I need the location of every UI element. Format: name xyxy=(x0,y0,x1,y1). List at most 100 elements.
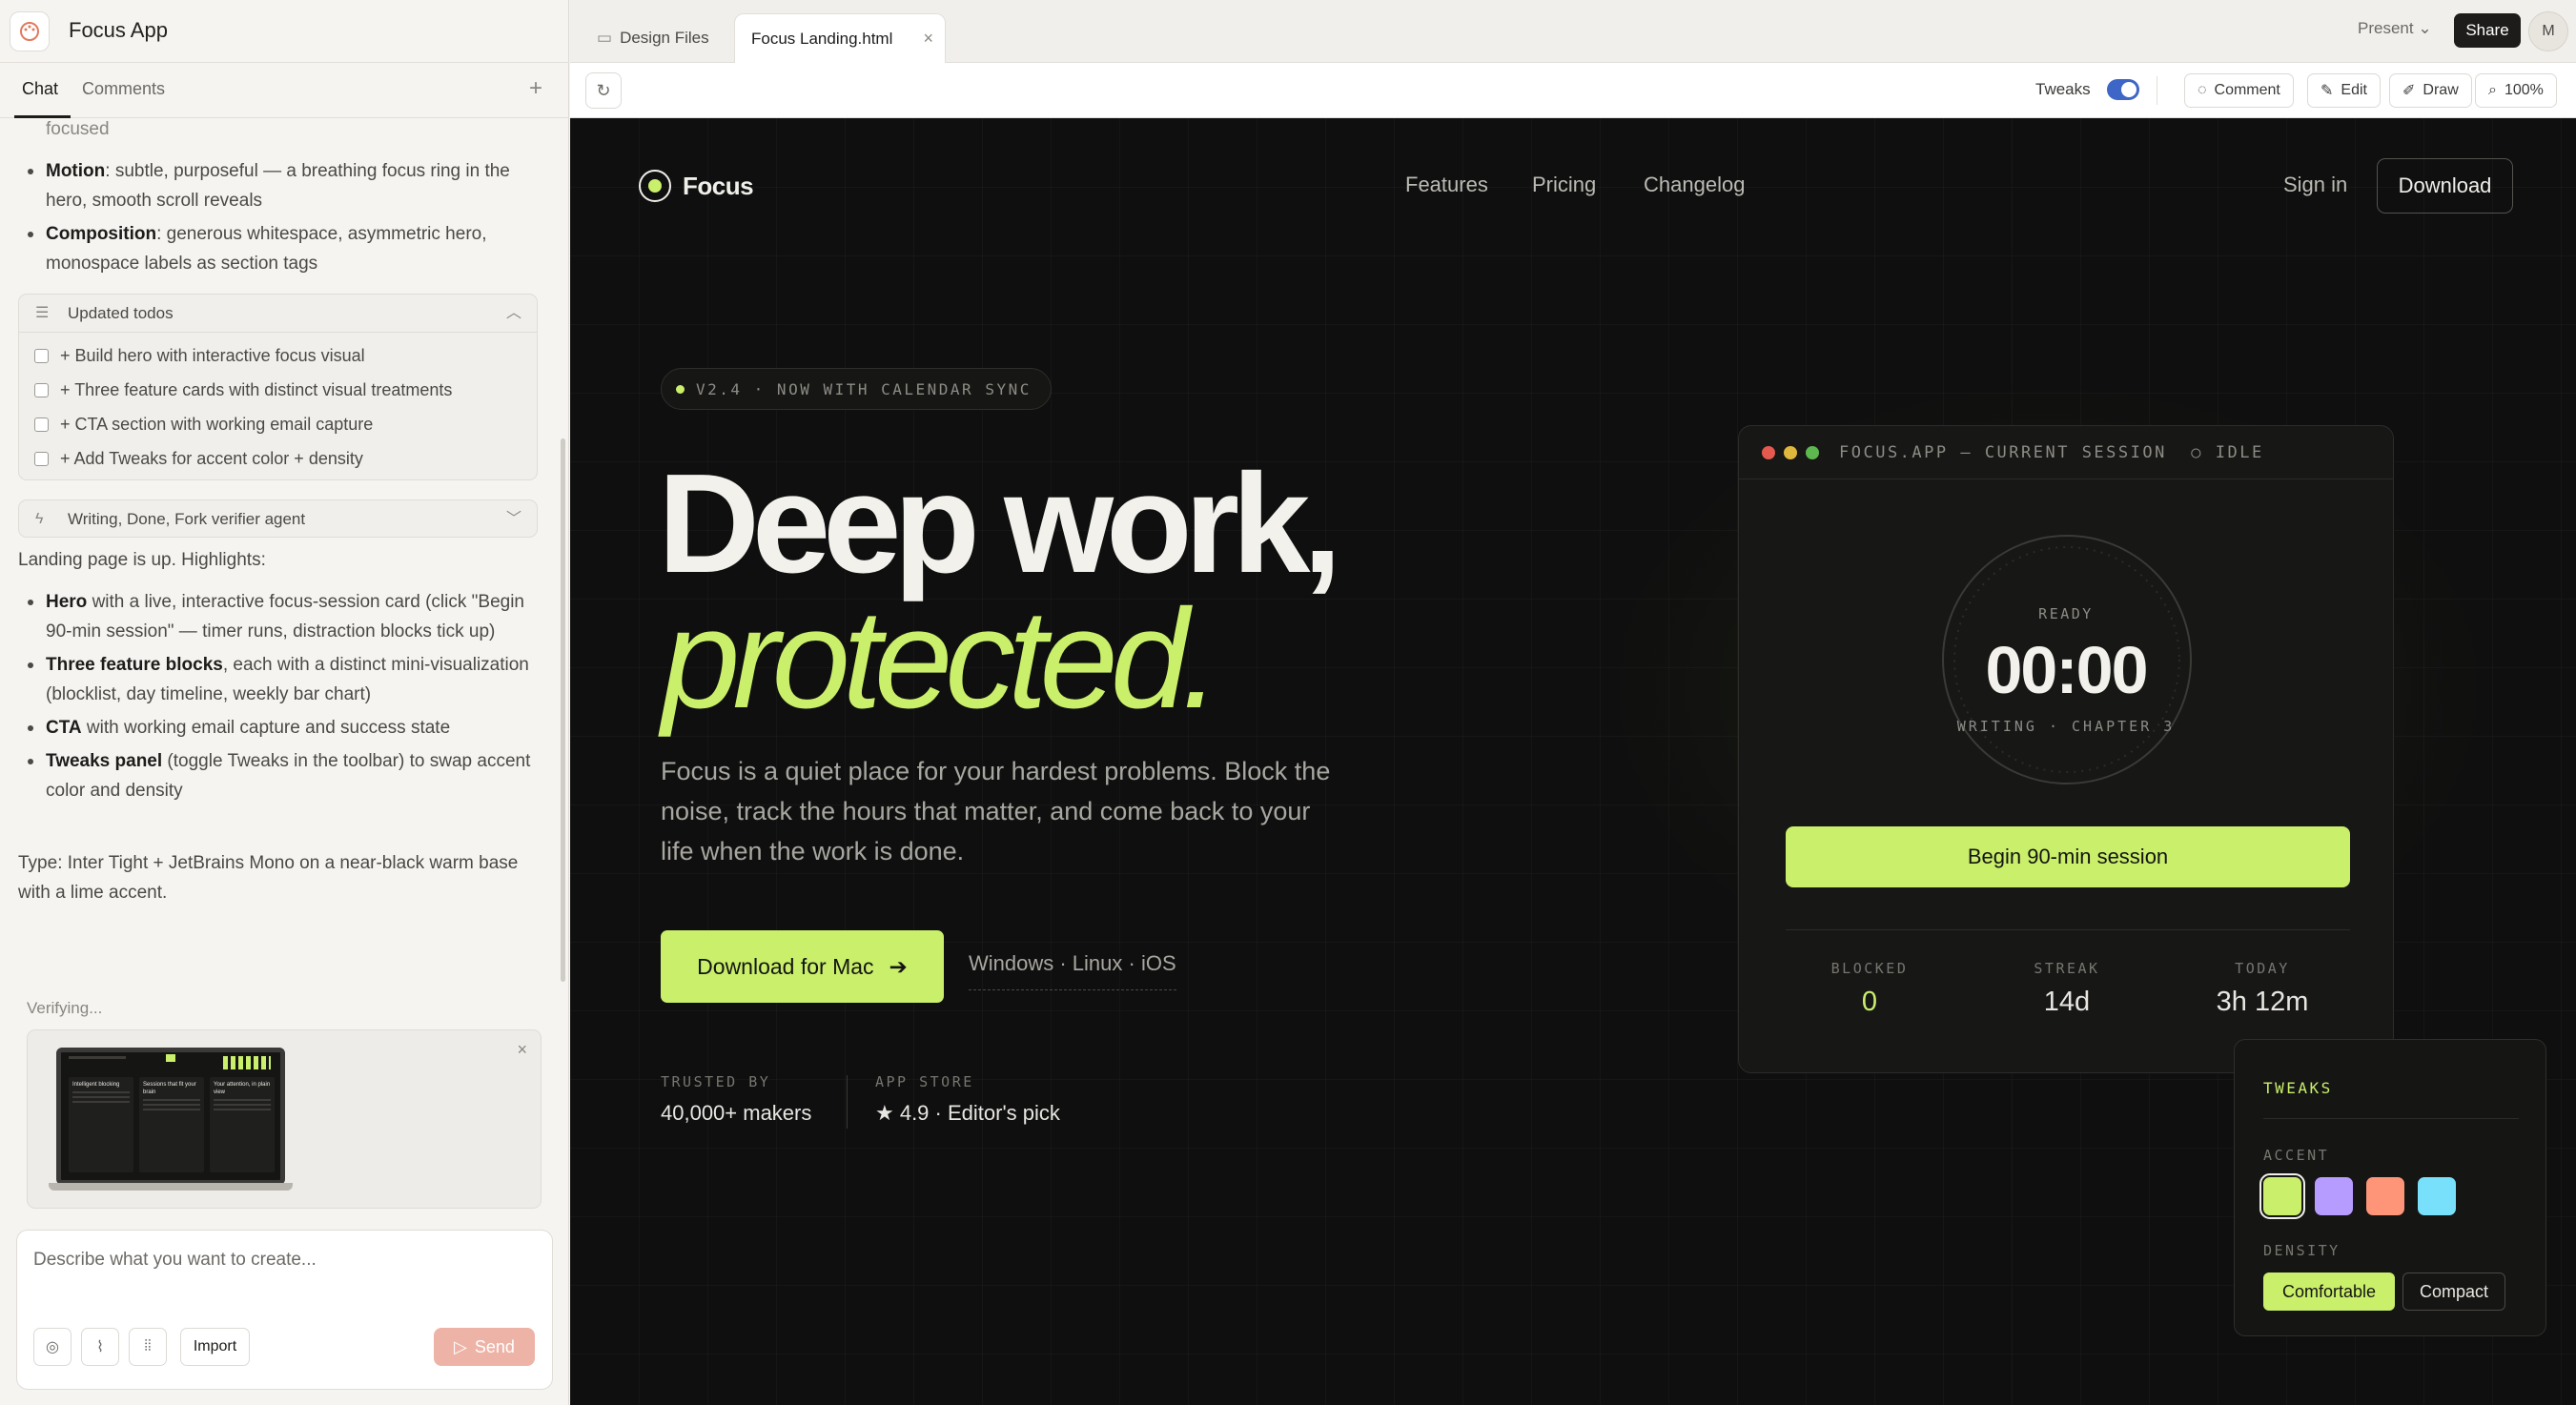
prompt-placeholder[interactable]: Describe what you want to create... xyxy=(33,1250,317,1271)
download-mac-button[interactable]: Download for Mac ➔ xyxy=(661,930,944,1003)
microphone-icon[interactable]: ⦙⦙ xyxy=(129,1328,167,1366)
list-item: CTA with working email capture and succe… xyxy=(28,713,542,743)
todos-header[interactable]: ☰ Updated todos ︿ xyxy=(19,295,537,333)
brush-icon: ✐ xyxy=(2402,83,2416,99)
chevron-down-icon[interactable]: ﹀ xyxy=(506,504,521,534)
todo-item[interactable]: + Build hero with interactive focus visu… xyxy=(19,338,537,373)
file-tabs-bar: ▭ Design Files Focus Landing.html × Pres… xyxy=(570,0,2576,63)
window-dot-yellow xyxy=(1784,445,1797,459)
todo-item[interactable]: + Three feature cards with distinct visu… xyxy=(19,373,537,407)
meta-label: APP STORE xyxy=(875,1073,974,1090)
pencil-icon: ✎ xyxy=(2320,83,2334,99)
avatar[interactable]: M xyxy=(2528,11,2568,51)
agent-title: Writing, Done, Fork verifier agent xyxy=(68,509,306,528)
stat-streak: STREAK 14d xyxy=(2034,960,2100,1017)
sign-in-link[interactable]: Sign in xyxy=(2283,173,2347,197)
session-state: READY xyxy=(2038,605,2094,622)
landing-preview: Focus Features Pricing Changelog Sign in… xyxy=(570,118,2576,1405)
headline-line-2: protected. xyxy=(662,580,1220,738)
agent-header[interactable]: ϟ Writing, Done, Fork verifier agent ﹀ xyxy=(19,500,537,537)
accent-swatch-coral[interactable] xyxy=(2366,1177,2404,1215)
nav-download-button[interactable]: Download xyxy=(2377,158,2513,214)
agent-card[interactable]: ϟ Writing, Done, Fork verifier agent ﹀ xyxy=(18,499,538,538)
window-dot-red xyxy=(1762,445,1775,459)
list-item: Tweaks panel (toggle Tweaks in the toolb… xyxy=(28,746,542,805)
preview-thumbnail[interactable]: × Intelligent blocking Sessions that fit… xyxy=(27,1029,542,1209)
nav-changelog[interactable]: Changelog xyxy=(1644,173,1745,197)
tab-chat[interactable]: Chat xyxy=(22,79,58,99)
close-icon[interactable]: × xyxy=(923,29,933,49)
meta-value: ★ 4.9 · Editor's pick xyxy=(875,1101,1060,1125)
panel-tabs: Chat Comments + xyxy=(0,63,569,118)
close-icon[interactable]: × xyxy=(517,1040,527,1060)
density-comfortable[interactable]: Comfortable xyxy=(2263,1273,2395,1311)
other-platforms-link[interactable]: Windows · Linux · iOS xyxy=(969,951,1176,990)
share-button[interactable]: Share xyxy=(2454,13,2521,48)
session-task: WRITING · CHAPTER 3 xyxy=(1956,718,2176,735)
accent-swatch-lime[interactable] xyxy=(2259,1173,2305,1219)
palette-icon[interactable] xyxy=(10,11,50,51)
stat-today: TODAY 3h 12m xyxy=(2216,960,2309,1017)
brand-logo[interactable]: Focus xyxy=(639,170,754,202)
present-dropdown[interactable]: Present ⌄ xyxy=(2358,19,2432,38)
checkbox[interactable] xyxy=(34,451,49,466)
nav-pricing[interactable]: Pricing xyxy=(1532,173,1596,197)
checkbox[interactable] xyxy=(34,382,49,397)
chevron-up-icon[interactable]: ︿ xyxy=(506,298,521,328)
window-dot-green xyxy=(1806,445,1819,459)
edit-button[interactable]: ✎ Edit xyxy=(2307,73,2381,108)
todo-item[interactable]: + Add Tweaks for accent color + density xyxy=(19,441,537,476)
hero-description: Focus is a quiet place for your hardest … xyxy=(661,757,1331,865)
prompt-input[interactable]: Describe what you want to create... ◎ ⌇ … xyxy=(16,1230,553,1390)
todo-item[interactable]: + CTA section with working email capture xyxy=(19,407,537,441)
density-compact[interactable]: Compact xyxy=(2402,1273,2505,1311)
new-chat-button[interactable]: + xyxy=(529,75,542,102)
zoom-button[interactable]: ⌕ 100% xyxy=(2475,73,2557,108)
app-header: Focus App xyxy=(0,0,569,63)
send-button[interactable]: ▷ Send xyxy=(434,1328,535,1366)
refresh-icon[interactable]: ↻ xyxy=(585,72,622,109)
summary-intro: Landing page is up. Highlights: xyxy=(18,550,266,570)
todos-title: Updated todos xyxy=(68,304,174,322)
list-item: Composition: generous whitespace, asymme… xyxy=(28,219,542,278)
checkbox[interactable] xyxy=(34,348,49,363)
chat-messages: focused Motion: subtle, purposeful — a b… xyxy=(0,118,555,995)
meta-value: 40,000+ makers xyxy=(661,1101,812,1125)
tweaks-label: Tweaks xyxy=(2035,80,2091,98)
settings-icon[interactable]: ◎ xyxy=(33,1328,72,1366)
partial-text: focused xyxy=(46,119,110,139)
begin-session-button[interactable]: Begin 90-min session xyxy=(1786,826,2350,887)
session-card: FOCUS.APP — CURRENT SESSION ○ IDLE READY… xyxy=(1738,425,2394,1073)
checkbox[interactable] xyxy=(34,417,49,432)
tab-design-files[interactable]: ▭ Design Files xyxy=(597,13,709,63)
meta-label: TRUSTED BY xyxy=(661,1073,771,1090)
list-item: Motion: subtle, purposeful — a breathing… xyxy=(28,156,542,215)
status-dot-icon xyxy=(676,384,685,394)
divider xyxy=(1786,929,2350,930)
list-icon: ☰ xyxy=(35,305,50,321)
zoom-icon: ⌕ xyxy=(2488,82,2497,98)
stat-blocked: BLOCKED 0 xyxy=(1830,960,1909,1017)
folder-icon: ▭ xyxy=(597,29,613,47)
import-button[interactable]: Import xyxy=(180,1328,250,1366)
version-badge: V2.4 · NOW WITH CALENDAR SYNC xyxy=(661,368,1052,410)
attach-icon[interactable]: ⌇ xyxy=(81,1328,119,1366)
tweaks-panel: TWEAKS ACCENT DENSITY Comfortable Compac… xyxy=(2234,1039,2546,1336)
tweaks-toggle[interactable] xyxy=(2107,79,2139,100)
comment-button[interactable]: ◌ Comment xyxy=(2184,73,2294,108)
chat-panel: Focus App Chat Comments + focused Motion… xyxy=(0,0,569,1405)
accent-swatch-cyan[interactable] xyxy=(2418,1177,2456,1215)
scrollbar[interactable] xyxy=(561,438,565,982)
verifying-status: Verifying... xyxy=(27,999,103,1017)
tab-comments[interactable]: Comments xyxy=(82,79,165,99)
focus-logo-icon xyxy=(639,170,671,202)
draw-button[interactable]: ✐ Draw xyxy=(2389,73,2472,108)
chevron-down-icon: ⌄ xyxy=(2418,19,2432,37)
nav-features[interactable]: Features xyxy=(1405,173,1488,197)
headline-line-1: Deep work, xyxy=(658,445,1342,602)
laptop-preview-image: Intelligent blocking Sessions that fit y… xyxy=(49,1048,293,1191)
todos-card: ☰ Updated todos ︿ + Build hero with inte… xyxy=(18,294,538,480)
tab-focus-landing[interactable]: Focus Landing.html × xyxy=(734,13,946,63)
accent-swatch-purple[interactable] xyxy=(2315,1177,2353,1215)
comment-icon: ◌ xyxy=(2198,82,2207,98)
